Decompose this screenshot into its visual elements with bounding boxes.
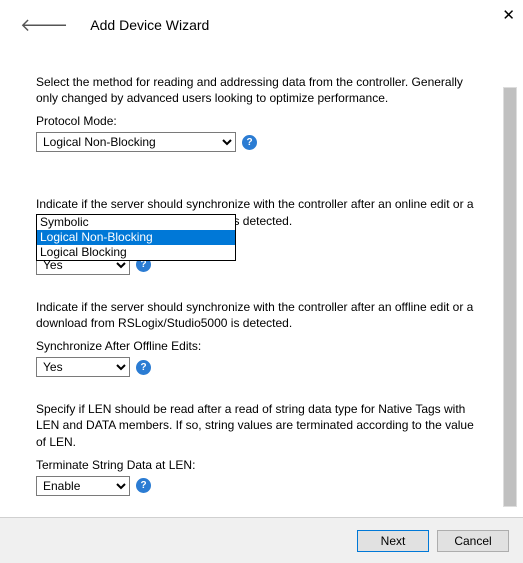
protocol-mode-select[interactable]: Logical Non-Blocking [36, 132, 236, 152]
page-title: Add Device Wizard [90, 17, 209, 33]
close-icon[interactable]: ✕ [502, 7, 515, 24]
dropdown-option-logical-non-blocking[interactable]: Logical Non-Blocking [37, 230, 235, 245]
desc-protocol: Select the method for reading and addres… [36, 74, 487, 106]
back-arrow-icon[interactable]: 🡐 [20, 16, 68, 34]
next-button[interactable]: Next [357, 530, 429, 552]
section-sync-offline: Indicate if the server should synchroniz… [36, 299, 487, 377]
content-area: Select the method for reading and addres… [0, 60, 523, 515]
section-terminate: Specify if LEN should be read after a re… [36, 401, 487, 496]
wizard-header: 🡐 Add Device Wizard [0, 0, 523, 42]
help-icon[interactable]: ? [136, 478, 151, 493]
desc-sync-offline: Indicate if the server should synchroniz… [36, 299, 487, 331]
dropdown-option-logical-blocking[interactable]: Logical Blocking [37, 245, 235, 260]
protocol-mode-dropdown[interactable]: Symbolic Logical Non-Blocking Logical Bl… [36, 214, 236, 261]
vertical-scrollbar[interactable] [503, 87, 517, 507]
label-protocol: Protocol Mode: [36, 114, 487, 128]
help-icon[interactable]: ? [242, 135, 257, 150]
dropdown-option-symbolic[interactable]: Symbolic [37, 215, 235, 230]
help-icon[interactable]: ? [136, 360, 151, 375]
label-terminate: Terminate String Data at LEN: [36, 458, 487, 472]
wizard-footer: Next Cancel [0, 517, 523, 563]
label-sync-offline: Synchronize After Offline Edits: [36, 339, 487, 353]
desc-terminate: Specify if LEN should be read after a re… [36, 401, 487, 450]
scrollbar-thumb[interactable] [504, 88, 516, 506]
section-protocol-mode: Select the method for reading and addres… [36, 74, 487, 152]
sync-offline-select[interactable]: Yes [36, 357, 130, 377]
cancel-button[interactable]: Cancel [437, 530, 509, 552]
terminate-select[interactable]: Enable [36, 476, 130, 496]
